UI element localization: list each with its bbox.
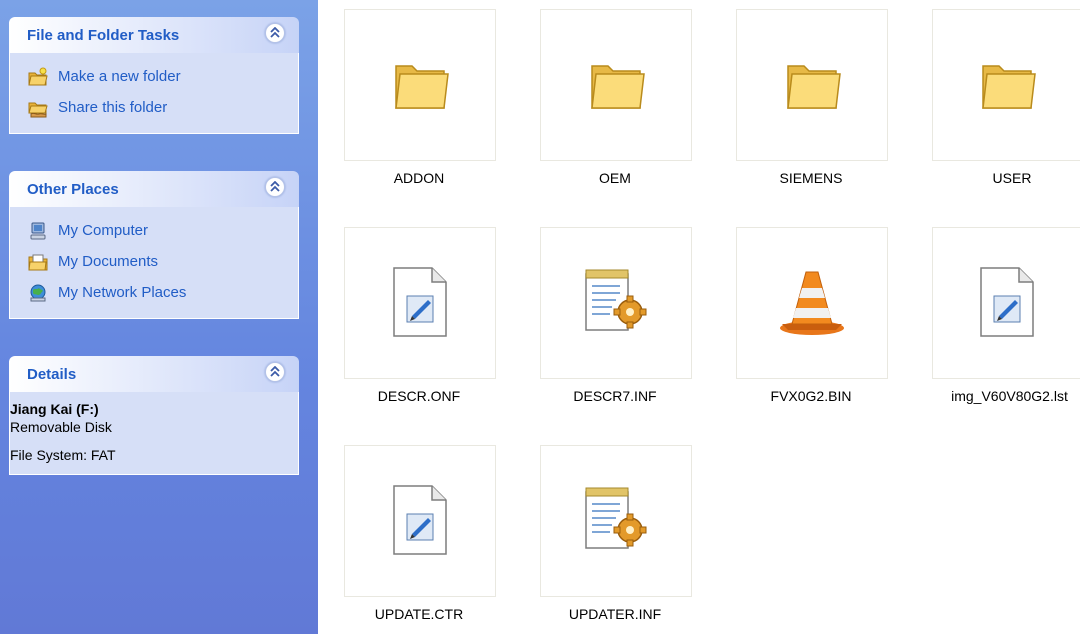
vlc-cone-icon [776, 266, 848, 341]
folder-icon [977, 56, 1037, 115]
file-name: USER [992, 170, 1032, 186]
group-title: Other Places [27, 181, 119, 198]
task-pane: File and Folder Tasks Make a new folder … [0, 0, 318, 634]
file-folder-tasks-group: File and Folder Tasks Make a new folder … [9, 17, 299, 134]
details-body: Jiang Kai (F:) Removable Disk File Syste… [9, 392, 299, 475]
file-tile[interactable] [344, 227, 496, 379]
group-title: File and Folder Tasks [27, 27, 180, 44]
file-system: File System: FAT [10, 447, 116, 463]
setup-info-file-icon [580, 266, 652, 341]
group-title: Details [27, 366, 77, 383]
folder-tile[interactable] [540, 9, 692, 161]
file-name: UPDATE.CTR [374, 606, 464, 622]
file-tile[interactable] [736, 227, 888, 379]
item-label: My Network Places [58, 284, 187, 301]
other-places-header[interactable]: Other Places [9, 171, 299, 207]
folder-tile[interactable] [344, 9, 496, 161]
collapse-chevron-icon[interactable] [265, 177, 285, 197]
my-documents-link[interactable]: My Documents [10, 246, 298, 277]
share-this-folder-link[interactable]: Share this folder [10, 92, 298, 123]
setup-info-file-icon [580, 484, 652, 559]
my-computer-icon [28, 221, 48, 241]
my-computer-link[interactable]: My Computer [10, 215, 298, 246]
item-label: My Computer [58, 222, 149, 239]
generic-file-icon [977, 266, 1037, 341]
my-network-places-link[interactable]: My Network Places [10, 277, 298, 308]
file-name: DESCR.ONF [377, 388, 461, 404]
file-tile[interactable] [540, 227, 692, 379]
details-header[interactable]: Details [9, 356, 299, 392]
item-label: Share this folder [58, 99, 168, 116]
file-tile[interactable] [932, 227, 1080, 379]
other-places-group: Other Places My Computer My Documents My… [9, 171, 299, 319]
folder-tile[interactable] [932, 9, 1080, 161]
item-label: My Documents [58, 253, 159, 270]
make-new-folder-link[interactable]: Make a new folder [10, 61, 298, 92]
share-folder-icon [28, 98, 48, 118]
network-places-icon [28, 283, 48, 303]
drive-type: Removable Disk [10, 419, 112, 435]
folder-icon [782, 56, 842, 115]
file-tile[interactable] [540, 445, 692, 597]
collapse-chevron-icon[interactable] [265, 362, 285, 382]
generic-file-icon [390, 484, 450, 559]
details-group: Details Jiang Kai (F:) Removable Disk Fi… [9, 356, 299, 475]
file-name: SIEMENS [779, 170, 843, 186]
collapse-chevron-icon[interactable] [265, 23, 285, 43]
folder-icon [586, 56, 646, 115]
other-places-body: My Computer My Documents My Network Plac… [9, 207, 299, 319]
file-name: OEM [599, 170, 631, 186]
drive-name: Jiang Kai (F:) [10, 401, 99, 417]
file-name: UPDATER.INF [568, 606, 662, 622]
file-folder-tasks-header[interactable]: File and Folder Tasks [9, 17, 299, 53]
folder-tile[interactable] [736, 9, 888, 161]
file-name: DESCR7.INF [573, 388, 657, 404]
folder-icon [390, 56, 450, 115]
file-name: img_V60V80G2.lst [951, 388, 1068, 404]
item-label: Make a new folder [58, 68, 181, 85]
my-documents-icon [28, 252, 48, 272]
file-name: ADDON [393, 170, 445, 186]
new-folder-icon [28, 67, 48, 87]
generic-file-icon [390, 266, 450, 341]
file-folder-tasks-body: Make a new folder Share this folder [9, 53, 299, 134]
file-name: FVX0G2.BIN [770, 388, 852, 404]
file-tile[interactable] [344, 445, 496, 597]
